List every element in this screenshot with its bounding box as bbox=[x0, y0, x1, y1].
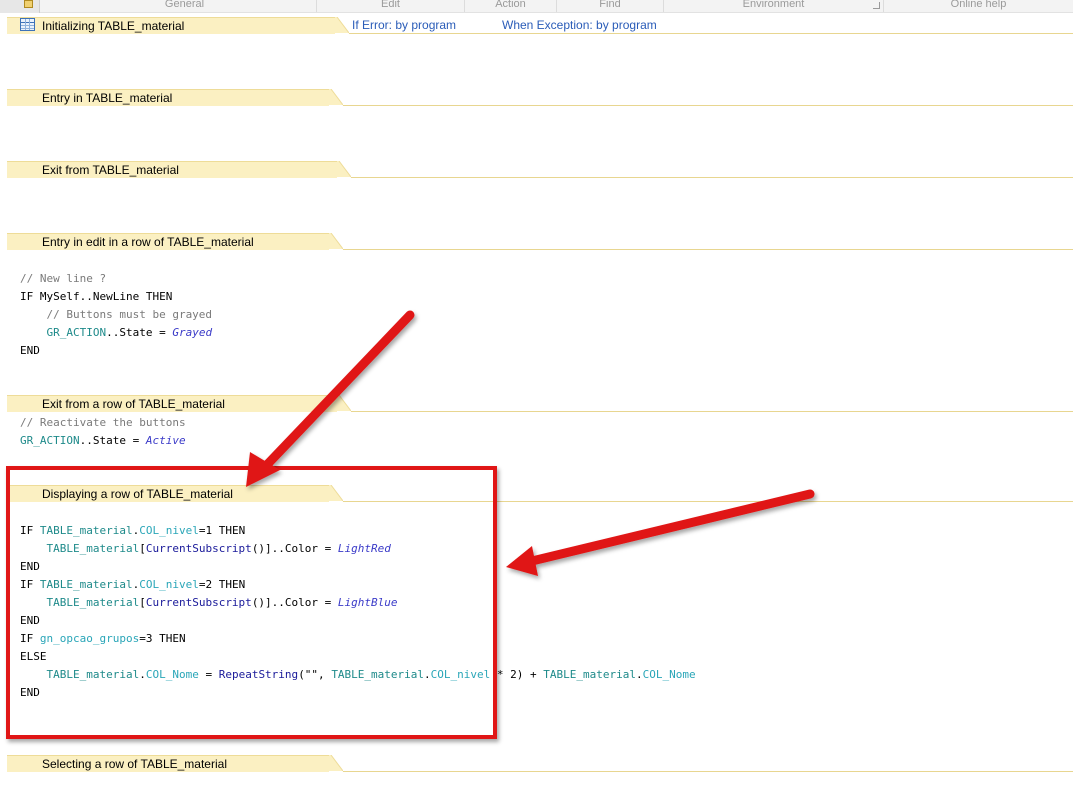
ribbon-group-environment[interactable]: Environment bbox=[664, 0, 884, 12]
code-block-exit-row[interactable]: // Reactivate the buttons GR_ACTION..Stat… bbox=[20, 414, 186, 450]
section-tab-slant bbox=[335, 17, 349, 34]
section-title: Exit from TABLE_material bbox=[42, 163, 179, 177]
highlight-box bbox=[6, 466, 497, 739]
section-rule bbox=[343, 105, 1073, 106]
code-line: // Reactivate the buttons bbox=[20, 416, 186, 429]
ribbon-group-edit[interactable]: Edit bbox=[317, 0, 465, 12]
section-rule bbox=[351, 177, 1073, 178]
section-rule bbox=[343, 249, 1073, 250]
code-line: // New line ? bbox=[20, 272, 107, 285]
ribbon: General Edit Action Find Environment Onl… bbox=[0, 0, 1073, 13]
quick-access-button[interactable] bbox=[0, 0, 40, 13]
section-tab-slant bbox=[329, 89, 343, 106]
section-title: Entry in TABLE_material bbox=[42, 91, 173, 105]
dialog-launcher-icon[interactable] bbox=[873, 2, 880, 9]
section-title: Initializing TABLE_material bbox=[42, 19, 185, 33]
section-tab-slant bbox=[337, 395, 351, 412]
section-title: Exit from a row of TABLE_material bbox=[42, 397, 225, 411]
folder-icon bbox=[24, 0, 33, 8]
code-line: IF MySelf..NewLine THEN bbox=[20, 290, 173, 303]
section-rule bbox=[343, 771, 1073, 772]
section-tab-slant bbox=[337, 161, 351, 178]
code-line: END bbox=[20, 344, 40, 357]
when-exception-link[interactable]: When Exception: by program bbox=[502, 18, 657, 32]
code-line: GR_ACTION..State = Grayed bbox=[46, 326, 213, 339]
ribbon-group-online-help[interactable]: Online help bbox=[884, 0, 1073, 12]
code-line: // Buttons must be grayed bbox=[20, 308, 213, 321]
section-entry-edit-row[interactable]: Entry in edit in a row of TABLE_material bbox=[7, 233, 1073, 253]
ribbon-group-action[interactable]: Action bbox=[465, 0, 557, 12]
if-error-link[interactable]: If Error: by program bbox=[352, 18, 456, 32]
ribbon-group-general[interactable]: General bbox=[53, 0, 317, 12]
section-selecting-row[interactable]: Selecting a row of TABLE_material bbox=[7, 755, 1073, 775]
ribbon-group-find[interactable]: Find bbox=[557, 0, 664, 12]
section-rule bbox=[349, 33, 1073, 34]
code-block-entry-edit-row[interactable]: // New line ? IF MySelf..NewLine THEN // … bbox=[20, 270, 212, 360]
code-line: GR_ACTION..State = Active bbox=[20, 434, 186, 447]
table-icon bbox=[20, 18, 35, 31]
section-tab-slant bbox=[329, 755, 343, 772]
section-title: Entry in edit in a row of TABLE_material bbox=[42, 235, 254, 249]
section-title: Selecting a row of TABLE_material bbox=[42, 757, 227, 771]
ribbon-group-environment-label: Environment bbox=[742, 0, 805, 10]
section-exit[interactable]: Exit from TABLE_material bbox=[7, 161, 1073, 181]
section-rule bbox=[351, 411, 1073, 412]
section-entry[interactable]: Entry in TABLE_material bbox=[7, 89, 1073, 109]
section-tab-slant bbox=[329, 233, 343, 250]
section-exit-row[interactable]: Exit from a row of TABLE_material bbox=[7, 395, 1073, 415]
